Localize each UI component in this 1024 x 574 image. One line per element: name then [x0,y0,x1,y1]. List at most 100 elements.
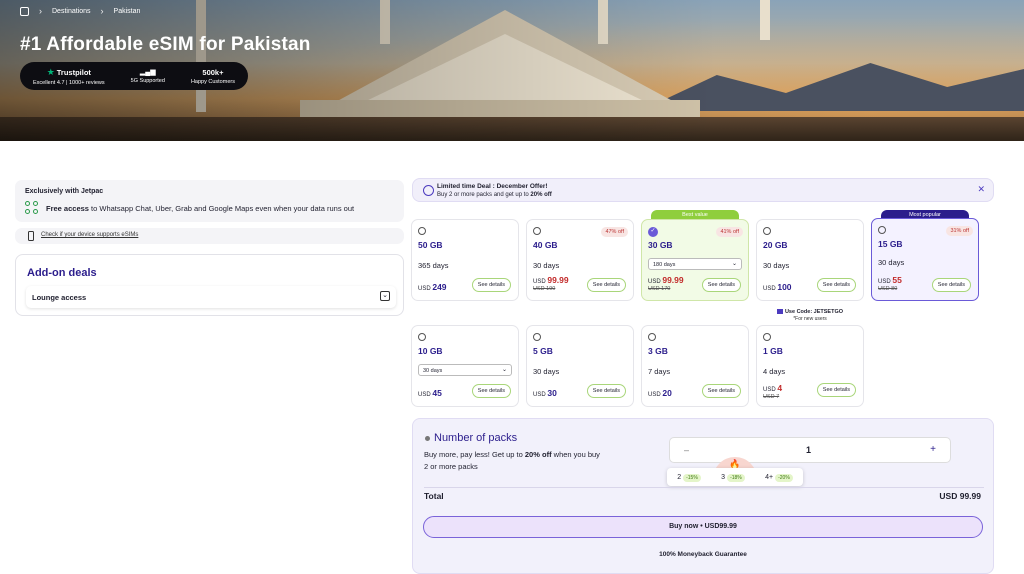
discount-badge: 31% off [946,226,973,236]
see-details-button[interactable]: See details [586,384,626,398]
plan-price: USD 99.99 [533,275,569,285]
exclusive-title: Exclusively with Jetpac [25,188,104,195]
plan-card-40gb[interactable]: 47% off 40 GB 30 days USD 99.99 USD 190 … [526,219,634,301]
plan-duration: 7 days [648,367,671,376]
guarantee-text: 100% Moneyback Guarantee [659,551,747,558]
plan-radio[interactable] [878,226,886,234]
stat-5g: ▂▄▆ 5G Supported [130,69,165,84]
lounge-access-label: Lounge access [32,293,87,302]
plan-card-5gb[interactable]: 5 GB 30 days USD 30 See details [526,325,634,407]
stat-trustpilot: ★ Trustpilot Excellent 4.7 | 1000+ review… [33,66,105,86]
compat-card[interactable]: Check if your device supports eSIMs [15,228,404,244]
plan-card-50gb[interactable]: 50 GB 365 days USD 249 See details [411,219,519,301]
see-details-button[interactable]: See details [586,278,626,292]
plan-data: 40 GB [533,240,558,250]
compat-link[interactable]: Check if your device supports eSIMs [41,232,138,238]
stats-pill: ★ Trustpilot Excellent 4.7 | 1000+ review… [20,62,248,90]
plan-radio[interactable] [763,333,771,341]
plan-card-15gb[interactable]: 31% off 15 GB 30 days USD 55 USD 80 See … [871,218,979,301]
see-details-button[interactable]: See details [471,384,511,398]
plan-price: USD 100 [763,282,792,292]
deal-banner: Limited time Deal : December Offer! Buy … [412,178,994,202]
buy-now-button[interactable]: Buy now • USD99.99 [423,516,983,538]
plan-card-30gb[interactable]: ✓ 41% off 30 GB 180 days ⌄ USD 99.99 USD … [641,219,749,301]
see-details-button[interactable]: See details [701,384,741,398]
tier-3[interactable]: 3 -18% [721,473,745,482]
see-details-button[interactable]: See details [471,278,511,292]
plan-data: 3 GB [648,346,668,356]
tier-4-plus[interactable]: 4+ -20% [765,473,793,482]
trustpilot-star-icon: ★ [46,66,55,77]
plan-price: USD 30 [533,388,557,398]
signal-icon: ▂▄▆ [139,69,156,76]
plan-radio[interactable] [418,227,426,235]
chevron-down-icon: ⌄ [501,367,507,373]
plan-card-1gb[interactable]: 1 GB 4 days USD 4 USD 7 See details [756,325,864,407]
ticket-icon [776,309,783,315]
page-title: #1 Affordable eSIM for Pakistan [20,34,311,55]
promo-code: Use Code: JETSETGO *For new users [770,309,850,322]
plan-radio[interactable] [533,227,541,235]
duration-select[interactable]: 30 days ⌄ [418,364,512,376]
breadcrumb: › Destinations › Pakistan [20,6,140,16]
plan-duration: 30 days [878,258,905,267]
exclusive-card: Exclusively with Jetpac Free access to W… [15,180,404,222]
total-label: Total [424,491,444,501]
deal-text: Buy 2 or more packs and get up to 20% of… [437,192,552,198]
plan-radio[interactable] [533,333,541,341]
addon-title: Add-on deals [27,267,97,279]
chevron-down-icon[interactable]: ⌄ [380,291,390,301]
plan-old-price: USD 170 [648,286,671,292]
plan-old-price: USD 80 [878,286,898,292]
plan-price: USD 4 [763,383,783,393]
plan-duration: 4 days [763,367,786,376]
chevron-down-icon: ⌄ [731,261,737,267]
plan-old-price: USD 7 [763,394,780,400]
plan-data: 30 GB [648,240,673,250]
plan-duration: 30 days [533,261,560,270]
plan-card-3gb[interactable]: 3 GB 7 days USD 20 See details [641,325,749,407]
plan-card-10gb[interactable]: 10 GB 30 days ⌄ USD 45 See details [411,325,519,407]
quantity-value: 1 [806,445,812,455]
see-details-button[interactable]: See details [816,278,856,292]
duration-select[interactable]: 180 days ⌄ [648,258,742,270]
packs-description: Buy more, pay less! Get up to 20% off wh… [424,450,600,471]
total-value: USD 99.99 [939,491,981,501]
plan-duration: 30 days [763,261,790,270]
chevron-right-icon: › [100,6,104,16]
packs-panel: Number of packs Buy more, pay less! Get … [412,418,994,574]
breadcrumb-pakistan: Pakistan [113,7,141,15]
bullet-icon [425,436,430,441]
plan-radio-checked[interactable]: ✓ [648,227,658,237]
decrement-button[interactable]: – [684,445,689,455]
exclusive-text: Free access to Whatsapp Chat, Uber, Grab… [46,204,355,213]
discount-badge: 41% off [716,227,743,237]
packs-title: Number of packs [434,432,518,444]
discount-tiers: 2 -15% 3 -18% 4+ -20% [667,468,803,486]
see-details-button[interactable]: See details [816,383,856,397]
home-icon[interactable] [20,6,29,16]
plan-data: 5 GB [533,346,553,356]
close-icon[interactable]: ✕ [977,184,985,195]
plan-price: USD 55 [878,275,902,285]
plan-price: USD 45 [418,388,442,398]
clock-icon [423,185,434,196]
plan-duration: 365 days [418,261,449,270]
see-details-button[interactable]: See details [701,278,741,292]
see-details-button[interactable]: See details [931,278,971,292]
lounge-access-dropdown[interactable]: Lounge access ⌄ [26,286,396,308]
deal-title: Limited time Deal : December Offer! [437,183,548,190]
increment-button[interactable]: + [930,444,936,455]
hero-banner: › Destinations › Pakistan #1 Affordable … [0,0,1024,141]
plan-price: USD 99.99 [648,275,684,285]
plan-card-20gb[interactable]: 20 GB 30 days USD 100 See details [756,219,864,301]
tier-2[interactable]: 2 -15% [677,473,701,482]
plan-data: 10 GB [418,346,443,356]
quantity-stepper[interactable]: – 1 + [669,437,951,463]
plan-radio[interactable] [763,227,771,235]
phone-icon [28,231,34,241]
plan-radio[interactable] [648,333,656,341]
plan-radio[interactable] [418,333,426,341]
apps-icon [25,201,39,215]
breadcrumb-destinations[interactable]: Destinations [52,8,91,15]
